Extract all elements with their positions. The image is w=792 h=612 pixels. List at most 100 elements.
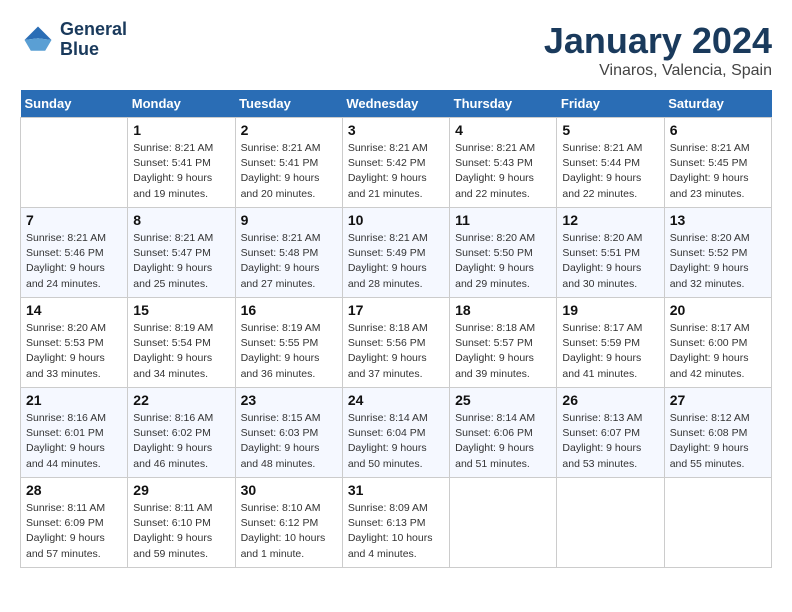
day-number: 13 bbox=[670, 212, 766, 228]
calendar-cell: 11Sunrise: 8:20 AM Sunset: 5:50 PM Dayli… bbox=[450, 208, 557, 298]
calendar-cell: 12Sunrise: 8:20 AM Sunset: 5:51 PM Dayli… bbox=[557, 208, 664, 298]
calendar-week-row: 1 Sunrise: 8:21 AM Sunset: 5:41 PM Daylig… bbox=[21, 118, 772, 208]
day-info: Sunrise: 8:16 AM Sunset: 6:02 PM Dayligh… bbox=[133, 411, 229, 472]
day-number: 31 bbox=[348, 482, 444, 498]
day-info: Sunrise: 8:20 AM Sunset: 5:53 PM Dayligh… bbox=[26, 321, 122, 382]
day-info: Sunrise: 8:17 AM Sunset: 5:59 PM Dayligh… bbox=[562, 321, 658, 382]
day-info: Sunrise: 8:21 AM Sunset: 5:44 PM Dayligh… bbox=[562, 141, 658, 202]
day-info: Sunrise: 8:21 AM Sunset: 5:46 PM Dayligh… bbox=[26, 231, 122, 292]
day-number: 12 bbox=[562, 212, 658, 228]
logo-icon bbox=[20, 22, 56, 58]
day-number: 4 bbox=[455, 122, 551, 138]
day-number: 30 bbox=[241, 482, 337, 498]
calendar-cell: 10Sunrise: 8:21 AM Sunset: 5:49 PM Dayli… bbox=[342, 208, 449, 298]
weekday-header: Thursday bbox=[450, 90, 557, 118]
calendar-cell: 9 Sunrise: 8:21 AM Sunset: 5:48 PM Daylig… bbox=[235, 208, 342, 298]
calendar-cell: 15 Sunrise: 8:19 AM Sunset: 5:54 PM Dayli… bbox=[128, 298, 235, 388]
day-number: 29 bbox=[133, 482, 229, 498]
day-number: 14 bbox=[26, 302, 122, 318]
calendar-cell: 4 Sunrise: 8:21 AM Sunset: 5:43 PM Daylig… bbox=[450, 118, 557, 208]
calendar-table: SundayMondayTuesdayWednesdayThursdayFrid… bbox=[20, 90, 772, 568]
calendar-cell: 20Sunrise: 8:17 AM Sunset: 6:00 PM Dayli… bbox=[664, 298, 771, 388]
calendar-cell: 7 Sunrise: 8:21 AM Sunset: 5:46 PM Daylig… bbox=[21, 208, 128, 298]
day-number: 1 bbox=[133, 122, 229, 138]
calendar-cell: 23Sunrise: 8:15 AM Sunset: 6:03 PM Dayli… bbox=[235, 388, 342, 478]
weekday-header: Tuesday bbox=[235, 90, 342, 118]
day-number: 8 bbox=[133, 212, 229, 228]
day-number: 28 bbox=[26, 482, 122, 498]
day-info: Sunrise: 8:10 AM Sunset: 6:12 PM Dayligh… bbox=[241, 501, 337, 562]
day-number: 24 bbox=[348, 392, 444, 408]
day-info: Sunrise: 8:19 AM Sunset: 5:55 PM Dayligh… bbox=[241, 321, 337, 382]
day-number: 27 bbox=[670, 392, 766, 408]
calendar-cell: 1 Sunrise: 8:21 AM Sunset: 5:41 PM Daylig… bbox=[128, 118, 235, 208]
day-info: Sunrise: 8:17 AM Sunset: 6:00 PM Dayligh… bbox=[670, 321, 766, 382]
calendar-cell: 28 Sunrise: 8:11 AM Sunset: 6:09 PM Dayli… bbox=[21, 478, 128, 568]
day-number: 19 bbox=[562, 302, 658, 318]
day-info: Sunrise: 8:18 AM Sunset: 5:56 PM Dayligh… bbox=[348, 321, 444, 382]
day-info: Sunrise: 8:13 AM Sunset: 6:07 PM Dayligh… bbox=[562, 411, 658, 472]
day-info: Sunrise: 8:21 AM Sunset: 5:42 PM Dayligh… bbox=[348, 141, 444, 202]
calendar-cell: 25 Sunrise: 8:14 AM Sunset: 6:06 PM Dayli… bbox=[450, 388, 557, 478]
weekday-header-row: SundayMondayTuesdayWednesdayThursdayFrid… bbox=[21, 90, 772, 118]
day-number: 7 bbox=[26, 212, 122, 228]
calendar-cell: 30 Sunrise: 8:10 AM Sunset: 6:12 PM Dayli… bbox=[235, 478, 342, 568]
day-number: 15 bbox=[133, 302, 229, 318]
day-info: Sunrise: 8:14 AM Sunset: 6:06 PM Dayligh… bbox=[455, 411, 551, 472]
day-number: 5 bbox=[562, 122, 658, 138]
day-info: Sunrise: 8:21 AM Sunset: 5:43 PM Dayligh… bbox=[455, 141, 551, 202]
calendar-cell bbox=[21, 118, 128, 208]
day-number: 2 bbox=[241, 122, 337, 138]
calendar-cell: 17 Sunrise: 8:18 AM Sunset: 5:56 PM Dayli… bbox=[342, 298, 449, 388]
weekday-header: Friday bbox=[557, 90, 664, 118]
calendar-cell: 8Sunrise: 8:21 AM Sunset: 5:47 PM Daylig… bbox=[128, 208, 235, 298]
logo-line1: General bbox=[60, 20, 127, 40]
calendar-cell: 2 Sunrise: 8:21 AM Sunset: 5:41 PM Daylig… bbox=[235, 118, 342, 208]
day-info: Sunrise: 8:11 AM Sunset: 6:10 PM Dayligh… bbox=[133, 501, 229, 562]
logo-text: General Blue bbox=[60, 20, 127, 60]
day-info: Sunrise: 8:11 AM Sunset: 6:09 PM Dayligh… bbox=[26, 501, 122, 562]
day-number: 3 bbox=[348, 122, 444, 138]
calendar-cell: 3 Sunrise: 8:21 AM Sunset: 5:42 PM Daylig… bbox=[342, 118, 449, 208]
day-number: 26 bbox=[562, 392, 658, 408]
calendar-cell: 21Sunrise: 8:16 AM Sunset: 6:01 PM Dayli… bbox=[21, 388, 128, 478]
day-info: Sunrise: 8:21 AM Sunset: 5:41 PM Dayligh… bbox=[133, 141, 229, 202]
calendar-week-row: 21Sunrise: 8:16 AM Sunset: 6:01 PM Dayli… bbox=[21, 388, 772, 478]
day-info: Sunrise: 8:21 AM Sunset: 5:45 PM Dayligh… bbox=[670, 141, 766, 202]
calendar-cell: 29 Sunrise: 8:11 AM Sunset: 6:10 PM Dayli… bbox=[128, 478, 235, 568]
calendar-cell: 24 Sunrise: 8:14 AM Sunset: 6:04 PM Dayli… bbox=[342, 388, 449, 478]
day-number: 18 bbox=[455, 302, 551, 318]
day-info: Sunrise: 8:19 AM Sunset: 5:54 PM Dayligh… bbox=[133, 321, 229, 382]
calendar-cell: 5 Sunrise: 8:21 AM Sunset: 5:44 PM Daylig… bbox=[557, 118, 664, 208]
calendar-cell: 18 Sunrise: 8:18 AM Sunset: 5:57 PM Dayli… bbox=[450, 298, 557, 388]
month-title: January 2024 bbox=[544, 20, 772, 62]
day-number: 16 bbox=[241, 302, 337, 318]
day-info: Sunrise: 8:21 AM Sunset: 5:41 PM Dayligh… bbox=[241, 141, 337, 202]
calendar-cell: 6Sunrise: 8:21 AM Sunset: 5:45 PM Daylig… bbox=[664, 118, 771, 208]
day-info: Sunrise: 8:20 AM Sunset: 5:50 PM Dayligh… bbox=[455, 231, 551, 292]
day-info: Sunrise: 8:21 AM Sunset: 5:48 PM Dayligh… bbox=[241, 231, 337, 292]
calendar-cell bbox=[557, 478, 664, 568]
calendar-cell: 19 Sunrise: 8:17 AM Sunset: 5:59 PM Dayli… bbox=[557, 298, 664, 388]
calendar-week-row: 28 Sunrise: 8:11 AM Sunset: 6:09 PM Dayli… bbox=[21, 478, 772, 568]
calendar-cell: 26 Sunrise: 8:13 AM Sunset: 6:07 PM Dayli… bbox=[557, 388, 664, 478]
day-number: 22 bbox=[133, 392, 229, 408]
day-number: 17 bbox=[348, 302, 444, 318]
calendar-cell bbox=[450, 478, 557, 568]
calendar-cell: 16 Sunrise: 8:19 AM Sunset: 5:55 PM Dayli… bbox=[235, 298, 342, 388]
day-info: Sunrise: 8:18 AM Sunset: 5:57 PM Dayligh… bbox=[455, 321, 551, 382]
day-number: 9 bbox=[241, 212, 337, 228]
weekday-header: Sunday bbox=[21, 90, 128, 118]
calendar-cell: 14 Sunrise: 8:20 AM Sunset: 5:53 PM Dayli… bbox=[21, 298, 128, 388]
day-number: 25 bbox=[455, 392, 551, 408]
day-info: Sunrise: 8:14 AM Sunset: 6:04 PM Dayligh… bbox=[348, 411, 444, 472]
location: Vinaros, Valencia, Spain bbox=[544, 62, 772, 80]
day-info: Sunrise: 8:16 AM Sunset: 6:01 PM Dayligh… bbox=[26, 411, 122, 472]
weekday-header: Monday bbox=[128, 90, 235, 118]
calendar-cell: 31Sunrise: 8:09 AM Sunset: 6:13 PM Dayli… bbox=[342, 478, 449, 568]
calendar-week-row: 14 Sunrise: 8:20 AM Sunset: 5:53 PM Dayli… bbox=[21, 298, 772, 388]
title-block: January 2024 Vinaros, Valencia, Spain bbox=[544, 20, 772, 80]
page-header: General Blue January 2024 Vinaros, Valen… bbox=[20, 20, 772, 80]
logo: General Blue bbox=[20, 20, 127, 60]
calendar-week-row: 7 Sunrise: 8:21 AM Sunset: 5:46 PM Daylig… bbox=[21, 208, 772, 298]
